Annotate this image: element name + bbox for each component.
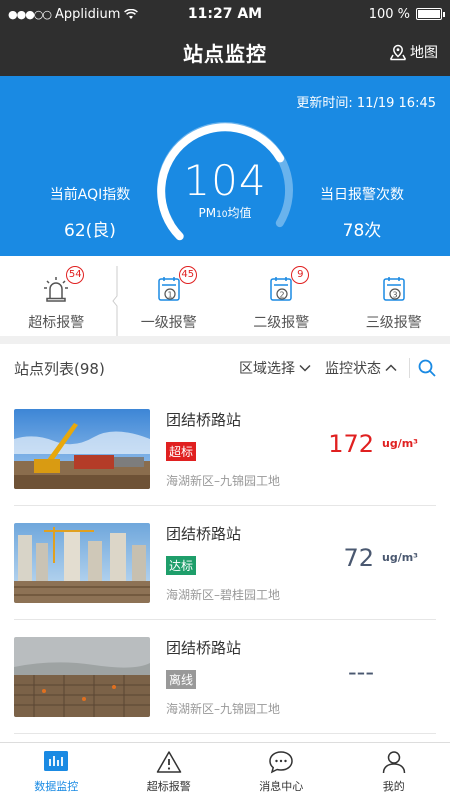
alarm-count-badge: 9 <box>291 266 310 284</box>
battery-percent: 100 % <box>368 6 410 22</box>
station-area: 海湖新区–碧桂园工地 <box>166 587 281 602</box>
alarm-label: 三级报警 <box>365 315 422 331</box>
carrier-info: ●●●○○ Applidium <box>8 6 139 22</box>
svg-text:3: 3 <box>392 291 397 300</box>
station-photo <box>14 636 150 717</box>
alarm-level-1[interactable]: 1 45 一级报警 <box>113 252 226 340</box>
battery-icon <box>416 8 445 20</box>
station-name: 团结桥路站 <box>166 524 242 543</box>
update-time: 更新时间: 11/19 16:45 <box>296 96 436 111</box>
station-photo <box>14 408 150 489</box>
station-unit: ug/m³ <box>382 437 419 450</box>
daily-alarm-value: 78次 <box>342 221 382 241</box>
warning-icon <box>156 751 181 773</box>
status-filter[interactable]: 监控状态 <box>325 358 397 378</box>
bottom-tab-bar: 数据监控 超标报警 消息中心 我的 <box>0 742 450 800</box>
status-badge: 离线 <box>166 669 197 689</box>
current-aqi: 当前AQI指数 62(良) <box>30 184 150 241</box>
station-row[interactable]: 团结桥路站 超标 海湖新区–九锦园工地 172 ug/m³ <box>14 392 436 506</box>
alarm-over-limit[interactable]: 54 超标报警 <box>0 252 113 340</box>
station-reading: 172 ug/m³ <box>306 430 436 458</box>
station-row[interactable]: 团结桥路站 离线 海湖新区–九锦园工地 --- <box>14 620 436 734</box>
divider <box>409 358 410 378</box>
alarm-level-3[interactable]: 3 三级报警 <box>338 252 450 340</box>
station-unit: ug/m³ <box>382 551 419 564</box>
signal-icon: ●●●○○ <box>8 7 52 21</box>
station-value: --- <box>348 658 374 686</box>
user-icon <box>382 751 405 774</box>
message-icon <box>269 751 294 774</box>
tab-label: 消息中心 <box>259 780 304 793</box>
chart-icon <box>44 751 69 771</box>
station-name: 团结桥路站 <box>166 410 242 429</box>
aqi-summary: 更新时间: 11/19 16:45 104 PM10均值 当前AQI指数 62(… <box>0 76 450 256</box>
region-filter-label: 区域选择 <box>239 361 295 377</box>
station-value: 172 <box>328 430 374 458</box>
station-area: 海湖新区–九锦园工地 <box>166 701 281 716</box>
search-icon[interactable] <box>418 359 436 377</box>
status-badge: 达标 <box>166 555 197 575</box>
level-3-icon: 3 <box>383 277 405 301</box>
station-list-header: 站点列表(98) 区域选择 监控状态 <box>0 344 450 392</box>
alarm-label: 一级报警 <box>140 315 197 331</box>
alarm-count-badge: 45 <box>178 266 197 284</box>
station-name: 团结桥路站 <box>166 638 242 657</box>
station-value: 72 <box>343 544 374 572</box>
aqi-caption: PM10均值 <box>198 206 252 220</box>
status-filter-label: 监控状态 <box>325 361 381 377</box>
alarm-label: 超标报警 <box>28 315 85 331</box>
nav-bar: 站点监控 地图 <box>0 28 450 76</box>
region-filter[interactable]: 区域选择 <box>239 358 311 378</box>
wifi-icon <box>124 8 139 19</box>
tab-mine[interactable]: 我的 <box>338 743 450 800</box>
tab-label: 超标报警 <box>146 780 191 793</box>
station-reading: 72 ug/m³ <box>306 544 436 572</box>
current-aqi-label: 当前AQI指数 <box>49 187 131 203</box>
map-pin-icon <box>389 44 407 60</box>
alarm-count-badge: 54 <box>66 266 85 284</box>
tab-over-limit-alarm[interactable]: 超标报警 <box>113 743 226 800</box>
current-aqi-value: 62(良) <box>64 221 116 241</box>
carrier-name: Applidium <box>55 6 121 22</box>
status-bar: ●●●○○ Applidium 11:27 AM 100 % <box>0 0 450 28</box>
station-row[interactable]: 团结桥路站 达标 海湖新区–碧桂园工地 72 ug/m³ <box>14 506 436 620</box>
page-title: 站点监控 <box>183 41 267 66</box>
station-reading: --- <box>306 658 436 686</box>
aqi-value: 104 <box>183 156 267 205</box>
status-badge: 超标 <box>166 441 197 461</box>
alarm-label: 二级报警 <box>253 315 310 331</box>
svg-text:2: 2 <box>280 291 285 300</box>
alarm-level-2[interactable]: 2 9 二级报警 <box>225 252 338 340</box>
station-area: 海湖新区–九锦园工地 <box>166 473 281 488</box>
tab-message-center[interactable]: 消息中心 <box>225 743 338 800</box>
svg-text:1: 1 <box>167 291 172 300</box>
daily-alarm-label: 当日报警次数 <box>320 187 404 203</box>
daily-alarm-count: 当日报警次数 78次 <box>302 184 422 241</box>
chevron-down-icon <box>299 364 311 372</box>
map-button[interactable]: 地图 <box>389 28 438 76</box>
tab-data-monitor[interactable]: 数据监控 <box>0 743 113 800</box>
station-list-title: 站点列表(98) <box>14 359 105 378</box>
tab-label: 我的 <box>382 780 405 793</box>
alarm-categories: 54 超标报警 1 45 一级报警 2 9 二级报警 3 三级报警 <box>0 256 450 344</box>
tab-label: 数据监控 <box>34 780 79 793</box>
station-photo <box>14 522 150 603</box>
map-label: 地图 <box>410 45 438 61</box>
chevron-up-icon <box>385 364 397 372</box>
